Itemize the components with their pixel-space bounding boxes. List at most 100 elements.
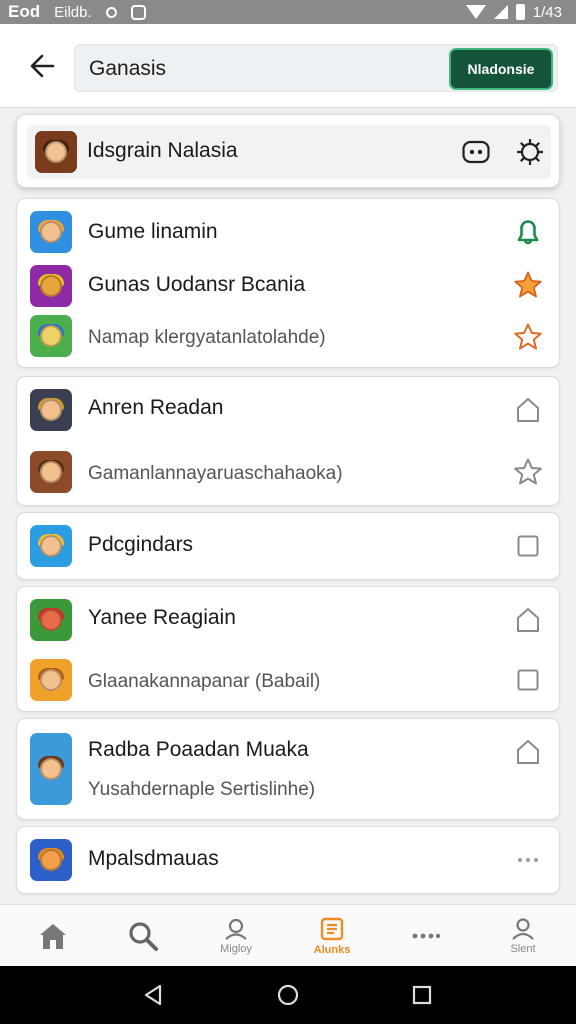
system-nav-bar <box>0 966 576 1024</box>
app-list-card: Pdcgindars <box>16 512 560 580</box>
app-list-card: Yanee Reagiain Glaanakannapanar (Babail) <box>16 586 560 712</box>
app-icon-blue-hero <box>30 525 72 567</box>
app-icon-purple-game <box>30 265 72 307</box>
favorite-button[interactable] <box>513 322 543 352</box>
list-item[interactable]: Gamanlannayaruaschahaoka) <box>17 443 559 505</box>
featured-title: Idsgrain Nalasia <box>87 139 238 162</box>
house-outline-icon <box>517 398 539 422</box>
gamepad-button[interactable] <box>461 137 491 167</box>
install-button[interactable] <box>513 605 543 635</box>
battery-icon <box>515 4 525 20</box>
checkbox-icon <box>517 669 539 691</box>
star-outline-icon <box>514 323 542 350</box>
settings-button[interactable] <box>515 137 545 167</box>
status-time: 1/43 <box>532 3 562 21</box>
select-checkbox[interactable] <box>513 665 543 695</box>
sync-icon <box>105 6 117 18</box>
list-item[interactable]: Mpalsdmauas <box>17 827 559 893</box>
app-icon-orange-hero <box>30 659 72 701</box>
star-outline-icon <box>514 458 542 485</box>
gamepad-icon <box>462 140 490 164</box>
wifi-icon <box>465 5 486 19</box>
user-icon <box>512 917 534 940</box>
app-icon-red-monster <box>30 599 72 641</box>
list-item-subtitle: Yusahdernaple Sertislinhe) <box>88 779 316 800</box>
select-checkbox[interactable] <box>513 531 543 561</box>
list-item[interactable]: Pdcgindars <box>17 513 559 579</box>
nav-alunks[interactable]: Alunks <box>284 905 380 967</box>
app-label: Eildb. <box>54 3 92 21</box>
status-bar: Eod Eildb. 1/43 <box>0 0 576 24</box>
list-item-title: Anren Readan <box>88 396 224 419</box>
list-item-subtitle: Gamanlannayaruaschahaoka) <box>88 463 343 484</box>
list-item[interactable]: Yanee Reagiain <box>17 587 559 651</box>
favorite-button[interactable] <box>513 270 543 300</box>
notification-icon <box>130 4 146 20</box>
app-header: Ganasis Nladonsie <box>0 24 576 108</box>
search-icon <box>129 922 158 951</box>
list-item-subtitle: Glaanakannapanar (Babail) <box>88 671 321 692</box>
app-icon-tiger <box>30 839 72 881</box>
app-list-card: Anren Readan Gamanlannayaruaschahaoka) <box>16 376 560 506</box>
document-icon <box>320 917 344 940</box>
system-home-button[interactable] <box>276 983 300 1007</box>
triangle-back-icon <box>144 984 162 1006</box>
app-list-card: Gume linamin Gunas Uodansr Bcania Namap … <box>16 198 560 368</box>
app-icon-blue-character <box>30 211 72 253</box>
circle-home-icon <box>277 984 299 1006</box>
house-outline-icon <box>517 608 539 632</box>
nav-slent[interactable]: Slent <box>475 905 571 967</box>
house-outline-icon <box>517 740 539 764</box>
search-input[interactable]: Ganasis Nladonsie <box>74 44 558 92</box>
system-back-button[interactable] <box>141 983 165 1007</box>
list-item[interactable]: Radba Poaadan Muaka Yusahdernaple Sertis… <box>17 719 559 819</box>
install-button[interactable] <box>513 395 543 425</box>
cell-signal-icon <box>493 5 508 19</box>
list-item[interactable]: Gume linamin <box>17 199 559 261</box>
app-icon-hero <box>30 451 72 493</box>
bottom-nav: Migloy Alunks Slent <box>0 904 576 966</box>
notify-button[interactable] <box>513 216 543 246</box>
nav-search[interactable] <box>95 905 191 967</box>
nav-migloy[interactable]: Migloy <box>188 905 284 967</box>
nav-more[interactable] <box>378 905 474 967</box>
search-action-button[interactable]: Nladonsie <box>449 48 553 90</box>
favorite-button[interactable] <box>513 457 543 487</box>
list-item[interactable]: Glaanakannapanar (Babail) <box>17 651 559 711</box>
nav-label: Alunks <box>313 943 351 956</box>
star-filled-icon <box>514 271 542 298</box>
app-list-card: Radba Poaadan Muaka Yusahdernaple Sertis… <box>16 718 560 820</box>
profile-icon <box>225 918 247 940</box>
square-recents-icon <box>412 985 432 1005</box>
featured-card[interactable]: Idsgrain Nalasia <box>16 114 560 188</box>
list-item-title: Yanee Reagiain <box>88 606 236 629</box>
settings-gear-icon <box>517 139 543 165</box>
nav-label: Slent <box>510 942 536 955</box>
list-item-title: Pdcgindars <box>88 533 194 556</box>
app-icon-warrior <box>35 131 77 173</box>
bell-icon <box>517 220 539 245</box>
system-recents-button[interactable] <box>410 983 434 1007</box>
install-button[interactable] <box>513 737 543 767</box>
list-item-title: Mpalsdmauas <box>88 847 219 870</box>
more-dots-icon <box>412 933 441 939</box>
featured-inner: Idsgrain Nalasia <box>27 125 551 179</box>
list-item-title: Gume linamin <box>88 220 218 243</box>
back-button[interactable] <box>22 46 62 86</box>
list-item-title: Radba Poaadan Muaka <box>88 738 309 761</box>
nav-home[interactable] <box>5 905 101 967</box>
list-item[interactable]: Namap klergyatanlatolahde) <box>17 309 559 367</box>
app-list-card: Mpalsdmauas <box>16 826 560 894</box>
list-item-subtitle: Namap klergyatanlatolahde) <box>88 327 326 348</box>
carrier-label: Eod <box>8 2 41 21</box>
search-value: Ganasis <box>89 57 167 80</box>
checkbox-icon <box>517 535 539 557</box>
list-item-title: Gunas Uodansr Bcania <box>88 273 306 296</box>
list-item[interactable]: Anren Readan <box>17 377 559 443</box>
app-icon-green-game <box>30 315 72 357</box>
more-dots-icon <box>518 858 538 862</box>
home-icon <box>40 924 66 949</box>
list-item[interactable]: Gunas Uodansr Bcania <box>17 261 559 309</box>
more-button[interactable] <box>513 845 543 875</box>
nav-label: Migloy <box>220 942 252 955</box>
